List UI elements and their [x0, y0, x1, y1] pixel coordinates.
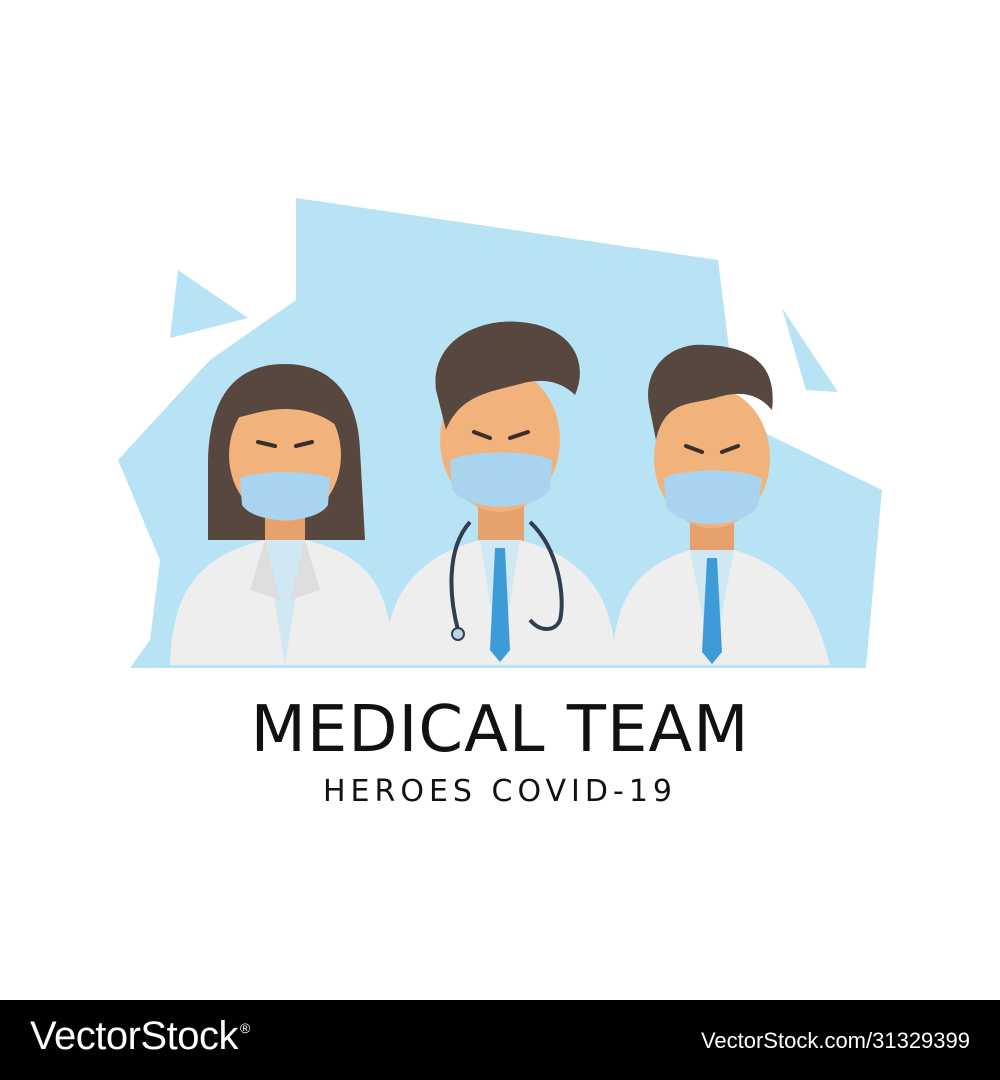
watermark-logo: VectorStock ®: [30, 1014, 250, 1058]
watermark-footer: VectorStock ® VectorStock.com/31329399: [0, 1000, 1000, 1080]
medical-team-illustration: [118, 198, 882, 668]
image-id-label: VectorStock.com/31329399: [700, 1028, 970, 1053]
subtitle: HEROES COVID-19: [322, 774, 677, 809]
main-title: MEDICAL TEAM: [250, 693, 750, 767]
